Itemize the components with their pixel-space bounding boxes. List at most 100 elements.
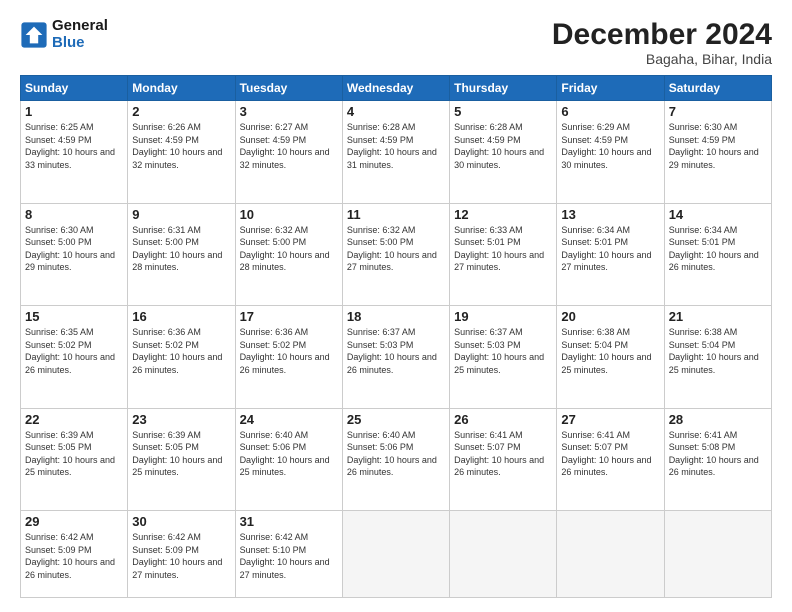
- day-number: 23: [132, 412, 230, 427]
- header: General Blue December 2024 Bagaha, Bihar…: [20, 18, 772, 67]
- table-row: 4Sunrise: 6:28 AM Sunset: 4:59 PM Daylig…: [342, 101, 449, 204]
- day-info: Sunrise: 6:25 AM Sunset: 4:59 PM Dayligh…: [25, 121, 123, 171]
- day-info: Sunrise: 6:32 AM Sunset: 5:00 PM Dayligh…: [240, 224, 338, 274]
- title-block: December 2024 Bagaha, Bihar, India: [552, 18, 772, 67]
- day-info: Sunrise: 6:27 AM Sunset: 4:59 PM Dayligh…: [240, 121, 338, 171]
- day-number: 3: [240, 104, 338, 119]
- table-row: [664, 511, 771, 598]
- col-sunday: Sunday: [21, 76, 128, 101]
- page: General Blue December 2024 Bagaha, Bihar…: [0, 0, 792, 612]
- day-info: Sunrise: 6:41 AM Sunset: 5:08 PM Dayligh…: [669, 429, 767, 479]
- day-number: 1: [25, 104, 123, 119]
- table-row: 10 Sunrise: 6:32 AM Sunset: 5:00 PM Dayli…: [235, 203, 342, 306]
- day-number: 28: [669, 412, 767, 427]
- table-row: 9 Sunrise: 6:31 AM Sunset: 5:00 PM Daylig…: [128, 203, 235, 306]
- day-info: Sunrise: 6:39 AM Sunset: 5:05 PM Dayligh…: [132, 429, 230, 479]
- col-monday: Monday: [128, 76, 235, 101]
- day-number: 10: [240, 207, 338, 222]
- table-row: 12Sunrise: 6:33 AM Sunset: 5:01 PM Dayli…: [450, 203, 557, 306]
- col-thursday: Thursday: [450, 76, 557, 101]
- table-row: 26Sunrise: 6:41 AM Sunset: 5:07 PM Dayli…: [450, 408, 557, 511]
- day-info: Sunrise: 6:34 AM Sunset: 5:01 PM Dayligh…: [669, 224, 767, 274]
- day-number: 2: [132, 104, 230, 119]
- table-row: [342, 511, 449, 598]
- table-row: 20 Sunrise: 6:38 AM Sunset: 5:04 PM Dayli…: [557, 306, 664, 409]
- day-info: Sunrise: 6:26 AM Sunset: 4:59 PM Dayligh…: [132, 121, 230, 171]
- table-row: 11Sunrise: 6:32 AM Sunset: 5:00 PM Dayli…: [342, 203, 449, 306]
- day-number: 21: [669, 309, 767, 324]
- day-number: 24: [240, 412, 338, 427]
- day-info: Sunrise: 6:30 AM Sunset: 4:59 PM Dayligh…: [669, 121, 767, 171]
- table-row: 17 Sunrise: 6:36 AM Sunset: 5:02 PM Dayli…: [235, 306, 342, 409]
- table-row: 7 Sunrise: 6:30 AM Sunset: 4:59 PM Daylig…: [664, 101, 771, 204]
- col-saturday: Saturday: [664, 76, 771, 101]
- day-number: 27: [561, 412, 659, 427]
- day-number: 30: [132, 514, 230, 529]
- table-row: 5Sunrise: 6:28 AM Sunset: 4:59 PM Daylig…: [450, 101, 557, 204]
- table-row: 25 Sunrise: 6:40 AM Sunset: 5:06 PM Dayli…: [342, 408, 449, 511]
- table-row: 29 Sunrise: 6:42 AM Sunset: 5:09 PM Dayli…: [21, 511, 128, 598]
- table-row: [450, 511, 557, 598]
- logo-text: General Blue: [52, 18, 108, 51]
- table-row: 8 Sunrise: 6:30 AM Sunset: 5:00 PM Daylig…: [21, 203, 128, 306]
- logo: General Blue: [20, 18, 108, 51]
- col-wednesday: Wednesday: [342, 76, 449, 101]
- table-row: 21Sunrise: 6:38 AM Sunset: 5:04 PM Dayli…: [664, 306, 771, 409]
- logo-icon: [20, 21, 48, 49]
- calendar-week-1: 8 Sunrise: 6:30 AM Sunset: 5:00 PM Daylig…: [21, 203, 772, 306]
- day-info: Sunrise: 6:31 AM Sunset: 5:00 PM Dayligh…: [132, 224, 230, 274]
- day-number: 22: [25, 412, 123, 427]
- day-number: 12: [454, 207, 552, 222]
- day-number: 29: [25, 514, 123, 529]
- calendar-table: Sunday Monday Tuesday Wednesday Thursday…: [20, 75, 772, 598]
- day-info: Sunrise: 6:42 AM Sunset: 5:09 PM Dayligh…: [25, 531, 123, 581]
- day-number: 26: [454, 412, 552, 427]
- table-row: 24Sunrise: 6:40 AM Sunset: 5:06 PM Dayli…: [235, 408, 342, 511]
- day-info: Sunrise: 6:36 AM Sunset: 5:02 PM Dayligh…: [132, 326, 230, 376]
- day-number: 25: [347, 412, 445, 427]
- table-row: 22 Sunrise: 6:39 AM Sunset: 5:05 PM Dayli…: [21, 408, 128, 511]
- table-row: 2 Sunrise: 6:26 AM Sunset: 4:59 PM Daylig…: [128, 101, 235, 204]
- table-row: 28 Sunrise: 6:41 AM Sunset: 5:08 PM Dayli…: [664, 408, 771, 511]
- table-row: 14 Sunrise: 6:34 AM Sunset: 5:01 PM Dayli…: [664, 203, 771, 306]
- day-number: 7: [669, 104, 767, 119]
- table-row: 19 Sunrise: 6:37 AM Sunset: 5:03 PM Dayli…: [450, 306, 557, 409]
- table-row: 31 Sunrise: 6:42 AM Sunset: 5:10 PM Dayli…: [235, 511, 342, 598]
- day-info: Sunrise: 6:39 AM Sunset: 5:05 PM Dayligh…: [25, 429, 123, 479]
- day-number: 14: [669, 207, 767, 222]
- table-row: 16Sunrise: 6:36 AM Sunset: 5:02 PM Dayli…: [128, 306, 235, 409]
- day-number: 6: [561, 104, 659, 119]
- day-number: 4: [347, 104, 445, 119]
- table-row: 15Sunrise: 6:35 AM Sunset: 5:02 PM Dayli…: [21, 306, 128, 409]
- day-info: Sunrise: 6:36 AM Sunset: 5:02 PM Dayligh…: [240, 326, 338, 376]
- day-info: Sunrise: 6:42 AM Sunset: 5:09 PM Dayligh…: [132, 531, 230, 581]
- day-number: 18: [347, 309, 445, 324]
- calendar-header-row: Sunday Monday Tuesday Wednesday Thursday…: [21, 76, 772, 101]
- table-row: 1 Sunrise: 6:25 AM Sunset: 4:59 PM Daylig…: [21, 101, 128, 204]
- day-info: Sunrise: 6:42 AM Sunset: 5:10 PM Dayligh…: [240, 531, 338, 581]
- main-title: December 2024: [552, 18, 772, 51]
- day-info: Sunrise: 6:40 AM Sunset: 5:06 PM Dayligh…: [347, 429, 445, 479]
- calendar-week-4: 29 Sunrise: 6:42 AM Sunset: 5:09 PM Dayli…: [21, 511, 772, 598]
- day-info: Sunrise: 6:34 AM Sunset: 5:01 PM Dayligh…: [561, 224, 659, 274]
- day-number: 17: [240, 309, 338, 324]
- day-number: 8: [25, 207, 123, 222]
- day-number: 20: [561, 309, 659, 324]
- subtitle: Bagaha, Bihar, India: [552, 51, 772, 67]
- day-info: Sunrise: 6:28 AM Sunset: 4:59 PM Dayligh…: [454, 121, 552, 171]
- day-info: Sunrise: 6:41 AM Sunset: 5:07 PM Dayligh…: [561, 429, 659, 479]
- day-number: 19: [454, 309, 552, 324]
- day-info: Sunrise: 6:37 AM Sunset: 5:03 PM Dayligh…: [347, 326, 445, 376]
- day-info: Sunrise: 6:37 AM Sunset: 5:03 PM Dayligh…: [454, 326, 552, 376]
- calendar-week-0: 1 Sunrise: 6:25 AM Sunset: 4:59 PM Daylig…: [21, 101, 772, 204]
- table-row: 27 Sunrise: 6:41 AM Sunset: 5:07 PM Dayli…: [557, 408, 664, 511]
- col-tuesday: Tuesday: [235, 76, 342, 101]
- day-info: Sunrise: 6:30 AM Sunset: 5:00 PM Dayligh…: [25, 224, 123, 274]
- table-row: 23 Sunrise: 6:39 AM Sunset: 5:05 PM Dayli…: [128, 408, 235, 511]
- day-number: 13: [561, 207, 659, 222]
- table-row: [557, 511, 664, 598]
- day-number: 31: [240, 514, 338, 529]
- day-info: Sunrise: 6:38 AM Sunset: 5:04 PM Dayligh…: [561, 326, 659, 376]
- day-number: 9: [132, 207, 230, 222]
- table-row: 30 Sunrise: 6:42 AM Sunset: 5:09 PM Dayli…: [128, 511, 235, 598]
